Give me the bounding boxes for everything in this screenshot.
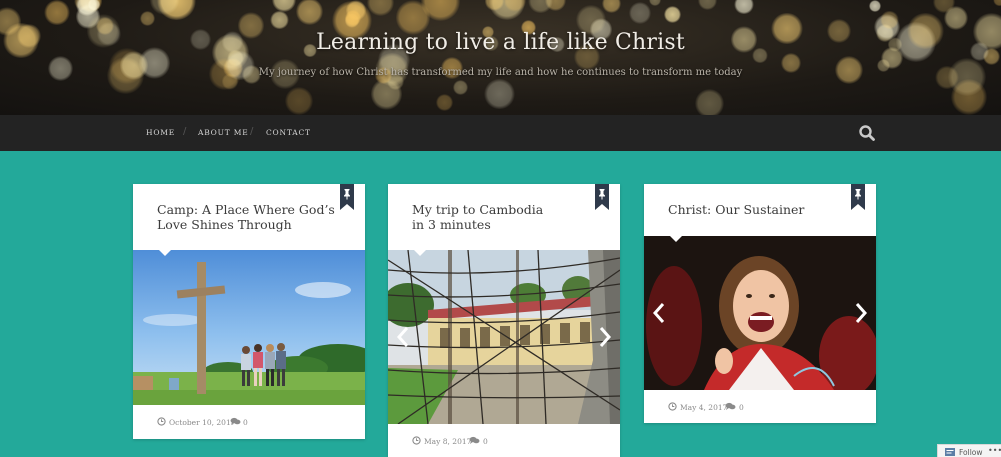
chevron-right-icon[interactable] <box>598 326 612 348</box>
nav-separator: / <box>250 126 254 137</box>
post-title[interactable]: Camp: A Place Where God’s Love Shines Th… <box>157 202 347 232</box>
bokeh-light <box>602 0 622 14</box>
nav-item-about-me[interactable]: ABOUT ME <box>198 128 248 137</box>
bokeh-light <box>993 0 1001 7</box>
bokeh-light <box>87 0 101 11</box>
chevron-left-icon[interactable] <box>396 326 410 348</box>
bokeh-light <box>733 0 754 15</box>
post-date[interactable]: May 4, 2017 <box>680 403 727 412</box>
sticky-pin-icon <box>595 184 609 210</box>
bokeh-light <box>295 0 323 25</box>
chevron-right-icon[interactable] <box>854 302 868 324</box>
search-icon[interactable] <box>858 124 876 142</box>
comment-count[interactable]: 0 <box>483 437 488 446</box>
bokeh-light <box>648 0 662 7</box>
comment-count[interactable]: 0 <box>243 418 248 427</box>
site-tagline: My journey of how Christ has transformed… <box>258 67 743 78</box>
clock-icon <box>668 402 677 411</box>
image-pointer <box>414 250 426 256</box>
bokeh-light <box>43 0 70 26</box>
comment-icon <box>469 436 480 445</box>
bokeh-light <box>528 0 554 14</box>
comment-count[interactable]: 0 <box>739 403 744 412</box>
bokeh-light <box>367 0 394 16</box>
bokeh-light <box>284 86 314 115</box>
image-pointer <box>670 236 682 242</box>
post-featured-image[interactable] <box>388 250 620 424</box>
nav-item-home[interactable]: HOME <box>146 128 175 137</box>
bokeh-light <box>270 10 289 30</box>
more-options-icon[interactable]: ••• <box>988 446 1001 455</box>
barbed-wire-school-photo <box>388 250 620 424</box>
bokeh-light <box>695 88 725 115</box>
comment-icon <box>230 417 241 426</box>
post-title[interactable]: My trip to Cambodia in 3 minutes <box>412 202 552 232</box>
chevron-left-icon[interactable] <box>652 302 666 324</box>
bokeh-light <box>698 0 718 10</box>
bokeh-light <box>453 79 469 95</box>
cross-on-hill-photo <box>133 250 365 405</box>
post-date[interactable]: May 8, 2017 <box>424 437 471 446</box>
post-featured-image[interactable] <box>133 250 365 405</box>
clock-icon <box>412 436 421 445</box>
clock-icon <box>157 417 166 426</box>
bokeh-light <box>869 0 882 13</box>
comment-icon <box>725 402 736 411</box>
bokeh-light <box>664 6 681 23</box>
follow-button[interactable]: Follow <box>959 448 983 457</box>
graduation-smile-photo <box>644 236 876 390</box>
site-header: Learning to live a life like Christ My j… <box>0 0 1001 115</box>
bokeh-light <box>879 10 899 30</box>
main-nav: HOME / ABOUT ME / CONTACT <box>0 115 1001 151</box>
post-card[interactable]: Camp: A Place Where God’s Love Shines Th… <box>133 184 365 439</box>
bokeh-light <box>628 2 651 25</box>
bokeh-light <box>436 93 454 111</box>
post-card[interactable]: Christ: Our Sustainer May 4, 2017 0 <box>644 184 876 423</box>
post-date[interactable]: October 10, 2017 <box>169 418 236 427</box>
nav-item-contact[interactable]: CONTACT <box>266 128 311 137</box>
bokeh-light <box>483 78 515 110</box>
site-title[interactable]: Learning to live a life like Christ <box>0 30 1001 55</box>
follow-icon <box>945 448 955 456</box>
bokeh-light <box>139 11 155 27</box>
nav-separator: / <box>183 126 187 137</box>
image-pointer <box>159 250 171 256</box>
post-featured-image[interactable] <box>644 236 876 390</box>
post-card[interactable]: My trip to Cambodia in 3 minutes May 8, … <box>388 184 620 457</box>
post-title[interactable]: Christ: Our Sustainer <box>668 202 858 217</box>
follow-widget: Follow ••• <box>937 444 1001 457</box>
